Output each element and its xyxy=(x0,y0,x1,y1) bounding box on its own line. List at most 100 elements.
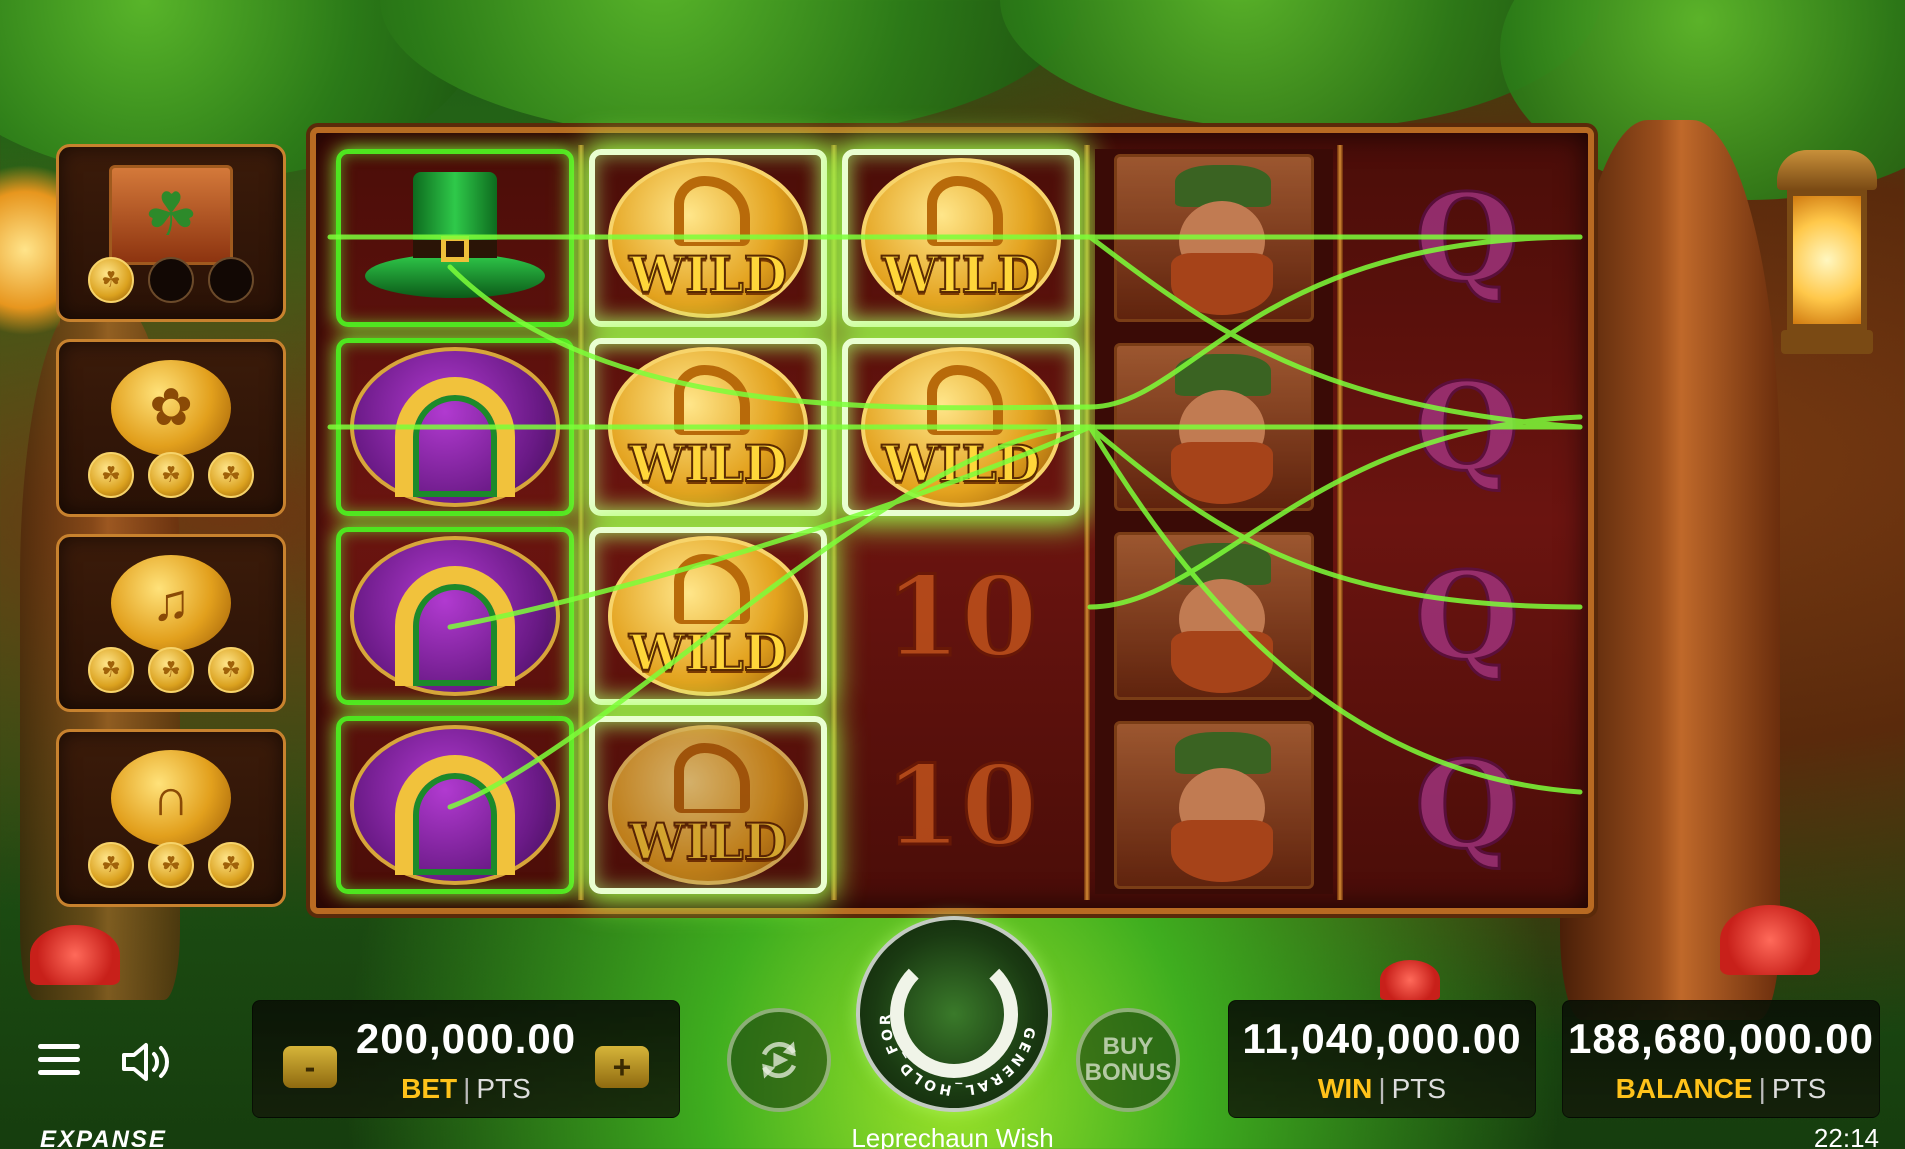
mushroom-decoration xyxy=(1380,960,1440,1000)
hat-icon xyxy=(365,168,545,308)
queen-label: Q xyxy=(1413,355,1521,499)
symbol-leprechaun xyxy=(1095,338,1333,516)
symbol-horseshoe xyxy=(336,527,574,705)
wild-harp-icon: WILD xyxy=(861,158,1061,318)
bet-unit: PTS xyxy=(476,1073,531,1104)
reel-2: WILD WILD WILD WILD xyxy=(589,149,827,894)
symbol-horseshoe xyxy=(336,338,574,516)
clock: 22:14 xyxy=(1813,1123,1879,1149)
buy-bonus-line1: BUY xyxy=(1102,1033,1154,1060)
autoplay-button[interactable] xyxy=(727,1008,831,1112)
horseshoe-icon xyxy=(350,536,560,696)
wild-label: WILD xyxy=(628,622,788,683)
sound-icon[interactable] xyxy=(120,1040,176,1084)
reel-divider xyxy=(1337,145,1343,900)
collected-coin: ☘ xyxy=(208,452,254,498)
reel-divider xyxy=(578,145,584,900)
symbol-leprechaun xyxy=(1095,149,1333,327)
horseshoe-icon xyxy=(350,725,560,885)
wild-label: WILD xyxy=(628,244,788,305)
menu-icon[interactable] xyxy=(38,1044,80,1076)
collected-coin: ☘ xyxy=(208,842,254,888)
collection-paytable: ☘ ☘ ✿ ☘ ☘ ☘ ♫ ☘ ☘ ☘ ∩ ☘ ☘ ☘ xyxy=(56,144,286,924)
collected-coin: ☘ xyxy=(88,257,134,303)
symbol-ten: 10 xyxy=(842,716,1080,894)
symbol-horseshoe xyxy=(336,716,574,894)
wild-harp-icon: WILD xyxy=(861,347,1061,507)
symbol-leprechaun xyxy=(1095,527,1333,705)
mushroom-decoration xyxy=(30,925,120,985)
win-value: 11,040,000.00 xyxy=(1242,1015,1522,1062)
empty-coin-slot xyxy=(208,257,254,303)
collected-coin: ☘ xyxy=(208,647,254,693)
ten-label: 10 xyxy=(883,550,1039,682)
bet-label-text: BET xyxy=(401,1073,458,1104)
reel-divider xyxy=(1084,145,1090,900)
symbol-wild: WILD xyxy=(842,149,1080,327)
leprechaun-icon: ☘ xyxy=(109,165,233,265)
collected-coin: ☘ xyxy=(148,647,194,693)
symbol-wild: WILD xyxy=(589,716,827,894)
bet-panel: - 200,000.00 BET | PTS + xyxy=(252,1000,680,1118)
symbol-queen: Q xyxy=(1348,338,1586,516)
game-title: Leprechaun Wish xyxy=(851,1123,1054,1149)
symbol-queen: Q xyxy=(1348,716,1586,894)
clover-coin-icon: ✿ xyxy=(111,360,231,456)
reel-grid: WILD WILD WILD WILD WILD WILD 10 10 Q Q … xyxy=(310,127,1594,914)
balance-label-text: BALANCE xyxy=(1615,1073,1753,1104)
wild-label: WILD xyxy=(881,244,1041,305)
reel-4 xyxy=(1095,149,1333,894)
buy-bonus-line2: BONUS xyxy=(1084,1059,1172,1086)
queen-label: Q xyxy=(1413,733,1521,877)
autoplay-icon xyxy=(761,1041,797,1079)
symbol-wild: WILD xyxy=(842,338,1080,516)
win-label: WIN | PTS xyxy=(1317,1073,1447,1104)
leprechaun-icon xyxy=(1114,532,1314,700)
collected-coin: ☘ xyxy=(148,842,194,888)
wild-label: WILD xyxy=(881,433,1041,494)
bet-increase-button[interactable]: + xyxy=(595,1046,649,1088)
harp-coin-icon: ♫ xyxy=(111,555,231,651)
balance-label: BALANCE | PTS xyxy=(1615,1073,1827,1104)
balance-value: 188,680,000.00 xyxy=(1568,1015,1874,1062)
reel-5: Q Q Q Q xyxy=(1348,149,1586,894)
queen-label: Q xyxy=(1413,166,1521,310)
symbol-ten: 10 xyxy=(842,527,1080,705)
win-unit: PTS xyxy=(1391,1073,1447,1104)
lantern-left-glow xyxy=(0,150,60,350)
spin-hint-text: GENERAL_HOLD_FOR_TURBO xyxy=(860,920,1038,1098)
buy-bonus-button[interactable]: BUY BONUS xyxy=(1076,1008,1180,1112)
symbol-queen: Q xyxy=(1348,527,1586,705)
paytable-card-harp: ♫ ☘ ☘ ☘ xyxy=(56,534,286,712)
reel-1 xyxy=(336,149,574,894)
wild-harp-icon: WILD xyxy=(608,347,808,507)
win-label-text: WIN xyxy=(1317,1073,1373,1104)
wild-label: WILD xyxy=(628,433,788,494)
wild-label: WILD xyxy=(628,811,788,872)
reel-3: WILD WILD 10 10 xyxy=(842,149,1080,894)
svg-text:GENERAL_HOLD_FOR_TURBO: GENERAL_HOLD_FOR_TURBO xyxy=(860,920,1038,1098)
symbol-queen: Q xyxy=(1348,149,1586,327)
win-panel: 11,040,000.00 WIN | PTS xyxy=(1228,1000,1536,1118)
lantern-icon xyxy=(1767,150,1887,380)
spin-button[interactable]: GENERAL_HOLD_FOR_TURBO xyxy=(856,916,1052,1112)
collected-coin: ☘ xyxy=(88,452,134,498)
horseshoe-icon xyxy=(350,347,560,507)
symbol-wild: WILD xyxy=(589,527,827,705)
horseshoe-coin-icon: ∩ xyxy=(111,750,231,846)
paytable-card-horseshoe: ∩ ☘ ☘ ☘ xyxy=(56,729,286,907)
ten-label: 10 xyxy=(883,739,1039,871)
reel-divider xyxy=(831,145,837,900)
collected-coin: ☘ xyxy=(88,842,134,888)
wild-harp-icon: WILD xyxy=(608,158,808,318)
leprechaun-icon xyxy=(1114,154,1314,322)
empty-coin-slot xyxy=(148,257,194,303)
paytable-card-clover: ✿ ☘ ☘ ☘ xyxy=(56,339,286,517)
symbol-wild: WILD xyxy=(589,338,827,516)
leprechaun-icon xyxy=(1114,721,1314,889)
symbol-hat xyxy=(336,149,574,327)
wild-harp-icon: WILD xyxy=(608,536,808,696)
paytable-card-leprechaun: ☘ ☘ xyxy=(56,144,286,322)
leprechaun-icon xyxy=(1114,343,1314,511)
collected-coin: ☘ xyxy=(88,647,134,693)
